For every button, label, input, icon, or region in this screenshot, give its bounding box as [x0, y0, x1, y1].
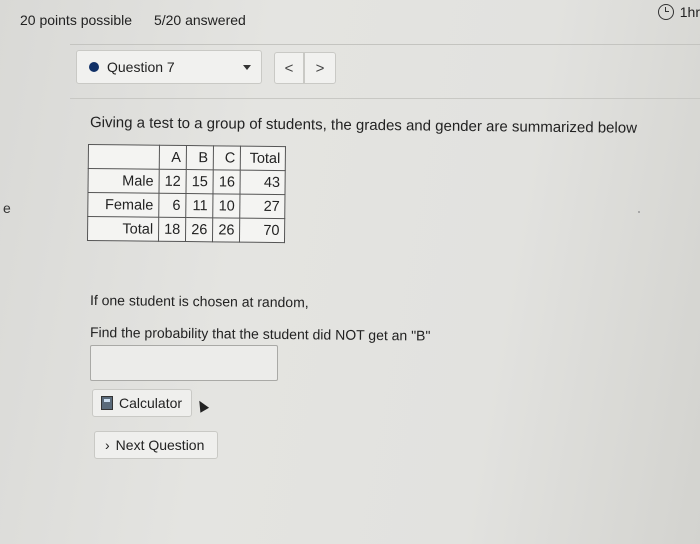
answered-count: 5/20 answered — [153, 12, 246, 28]
calculator-button-label: Calculator — [119, 395, 183, 411]
assessment-status: 20 points possible 5/20 answered — [20, 12, 264, 28]
calculator-button[interactable]: Calculator — [92, 389, 192, 417]
table-cell: 15 — [186, 169, 214, 194]
table-header: B — [186, 145, 214, 170]
table-header: A — [159, 145, 187, 170]
table-cell: 70 — [239, 218, 286, 243]
row-label: Total — [87, 216, 159, 242]
divider — [70, 98, 700, 99]
previous-question-button[interactable]: < — [274, 52, 304, 84]
grades-table: A B C Total Male 12 15 16 43 Female 6 11… — [86, 144, 287, 244]
table-cell: 12 — [158, 169, 187, 194]
chevron-right-icon: › — [105, 437, 110, 453]
table-header-row: A B C Total — [88, 144, 286, 171]
speck — [638, 211, 640, 213]
table-cell: 10 — [213, 193, 241, 219]
next-question-button[interactable]: › Next Question — [94, 431, 218, 459]
question-text-line-2: Find the probability that the student di… — [89, 324, 431, 344]
table-cell: 26 — [212, 217, 241, 243]
clock-icon — [657, 4, 674, 20]
answer-input[interactable] — [90, 345, 278, 381]
edge-text: e — [3, 200, 11, 216]
table-header: C — [213, 145, 241, 171]
status-dot-icon — [89, 62, 99, 72]
table-header — [88, 144, 160, 170]
table-cell: 18 — [158, 217, 186, 242]
timer: 1hr — [657, 4, 700, 20]
table-row: Female 6 11 10 27 — [87, 192, 286, 219]
timer-text: 1hr — [679, 4, 700, 20]
chevron-right-icon: > — [315, 59, 325, 77]
row-label: Male — [87, 168, 160, 194]
row-label: Female — [87, 192, 159, 218]
chevron-left-icon: < — [284, 59, 294, 77]
table-cell: 43 — [240, 170, 286, 195]
question-prompt: Giving a test to a group of students, th… — [89, 114, 638, 137]
divider — [70, 44, 700, 45]
table-row: Male 12 15 16 43 — [87, 168, 286, 195]
caret-down-icon — [243, 65, 251, 70]
table-cell: 11 — [185, 193, 214, 218]
mouse-cursor-icon — [194, 398, 210, 413]
table-row: Total 18 26 26 70 — [87, 216, 286, 243]
question-text-line-1: If one student is chosen at random, — [89, 292, 309, 311]
calculator-icon — [101, 396, 113, 410]
table-cell: 26 — [185, 217, 214, 242]
next-question-arrow-button[interactable]: > — [304, 52, 336, 84]
question-select[interactable]: Question 7 — [76, 50, 262, 84]
table-cell: 27 — [240, 194, 286, 219]
points-possible: 20 points possible — [20, 12, 133, 28]
table-cell: 16 — [213, 169, 241, 195]
next-question-label: Next Question — [115, 437, 205, 453]
question-select-label: Question 7 — [107, 59, 175, 75]
table-cell: 6 — [158, 193, 187, 218]
table-header: Total — [240, 146, 286, 171]
